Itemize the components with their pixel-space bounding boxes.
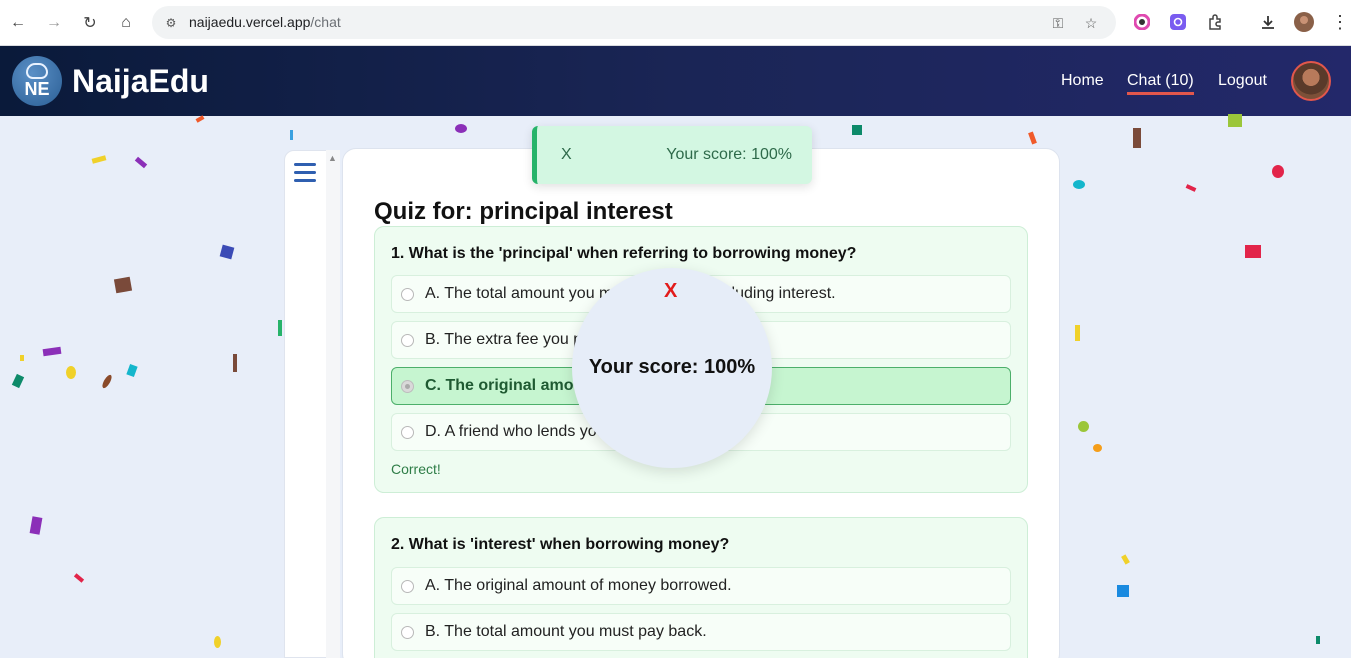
score-popup: X Your score: 100% <box>572 268 772 468</box>
radio-button[interactable] <box>401 288 414 301</box>
confetti-piece <box>1117 585 1129 597</box>
avatar[interactable] <box>1291 61 1331 101</box>
toast-close-button[interactable]: X <box>561 146 572 164</box>
radio-button[interactable] <box>401 426 414 439</box>
url-path: /chat <box>310 14 341 30</box>
sidebar-scrollbar[interactable] <box>326 150 340 658</box>
confetti-piece <box>195 115 205 123</box>
logo[interactable]: NE <box>12 56 62 106</box>
bookmark-star-icon[interactable]: ☆ <box>1081 13 1101 33</box>
confetti-piece <box>1185 184 1197 192</box>
logo-text: NE <box>24 79 50 99</box>
confetti-piece <box>455 124 467 133</box>
confetti-piece <box>1075 325 1080 341</box>
reload-icon[interactable]: ↻ <box>78 11 102 35</box>
nav-home[interactable]: Home <box>1061 72 1104 90</box>
question-text: 2. What is 'interest' when borrowing mon… <box>391 536 730 553</box>
hamburger-menu-icon[interactable] <box>294 163 316 182</box>
confetti-piece <box>1272 165 1284 178</box>
popup-score-text: Your score: 100% <box>588 356 756 378</box>
option-label: B. The total amount you must pay back. <box>425 623 707 640</box>
confetti-piece <box>233 354 237 372</box>
site-info-icon[interactable]: ⚙ <box>162 14 180 32</box>
forward-icon[interactable]: → <box>42 11 66 35</box>
confetti-piece <box>11 373 25 389</box>
confetti-piece <box>42 346 62 357</box>
confetti-piece <box>73 573 85 583</box>
extension-gear-icon[interactable] <box>1168 12 1188 32</box>
confetti-piece <box>1028 131 1037 145</box>
radio-button[interactable] <box>401 334 414 347</box>
toast-message: Your score: 100% <box>666 146 792 163</box>
confetti-piece <box>66 366 76 379</box>
confetti-piece <box>214 636 221 648</box>
popup-close-button[interactable]: X <box>664 280 677 303</box>
password-key-icon[interactable]: ⚿ <box>1048 13 1068 33</box>
confetti-piece <box>1133 128 1141 148</box>
address-bar[interactable]: ⚙ naijaedu.vercel.app/chat ⚿ ☆ <box>152 6 1116 39</box>
home-icon[interactable]: ⌂ <box>114 11 138 35</box>
radio-button[interactable] <box>401 380 414 393</box>
download-icon[interactable] <box>1258 12 1278 32</box>
answer-option[interactable]: B. The total amount you must pay back. <box>391 613 1011 651</box>
confetti-piece <box>1078 421 1089 432</box>
extension-color-icon[interactable] <box>1132 12 1152 32</box>
radio-button[interactable] <box>401 626 414 639</box>
confetti-piece <box>852 125 862 135</box>
brain-icon <box>26 63 48 79</box>
confetti-piece <box>278 320 282 336</box>
nav-logout[interactable]: Logout <box>1218 72 1267 90</box>
nav-chat[interactable]: Chat (10) <box>1127 72 1194 95</box>
confetti-piece <box>126 363 138 378</box>
confetti-piece <box>1093 444 1102 452</box>
brand-name[interactable]: NaijaEdu <box>72 63 209 100</box>
menu-icon[interactable]: ⋮ <box>1330 12 1350 32</box>
url-text[interactable]: naijaedu.vercel.app/chat <box>189 14 341 30</box>
confetti-piece <box>1245 245 1261 258</box>
confetti-piece <box>113 276 133 294</box>
option-label: A. The original amount of money borrowed… <box>425 577 732 594</box>
answer-option[interactable]: A. The original amount of money borrowed… <box>391 567 1011 605</box>
app-header: NE NaijaEdu Home Chat (10) Logout <box>0 46 1351 116</box>
extensions-puzzle-icon[interactable] <box>1205 12 1225 32</box>
browser-toolbar: ← → ↻ ⌂ ⚙ naijaedu.vercel.app/chat ⚿ ☆ ⋮ <box>0 0 1351 46</box>
answer-feedback: Correct! <box>391 461 441 477</box>
radio-button[interactable] <box>401 580 414 593</box>
chat-sidebar <box>284 150 328 658</box>
quiz-title: Quiz for: principal interest <box>374 198 673 225</box>
confetti-piece <box>20 355 24 361</box>
confetti-piece <box>290 130 293 140</box>
score-toast: X Your score: 100% <box>532 126 812 184</box>
confetti-piece <box>134 156 148 169</box>
confetti-piece <box>91 155 107 164</box>
confetti-piece <box>29 516 43 535</box>
confetti-piece <box>1228 114 1242 127</box>
confetti-piece <box>219 244 235 260</box>
confetti-piece <box>1121 554 1130 565</box>
question-card: 2. What is 'interest' when borrowing mon… <box>374 517 1028 658</box>
url-host: naijaedu.vercel.app <box>189 14 311 30</box>
back-icon[interactable]: ← <box>6 11 30 35</box>
confetti-piece <box>100 373 114 390</box>
profile-icon[interactable] <box>1294 12 1314 32</box>
question-text: 1. What is the 'principal' when referrin… <box>391 245 857 262</box>
confetti-piece <box>1316 636 1320 644</box>
confetti-piece <box>1073 180 1085 189</box>
scroll-up-icon[interactable]: ▲ <box>328 153 337 163</box>
